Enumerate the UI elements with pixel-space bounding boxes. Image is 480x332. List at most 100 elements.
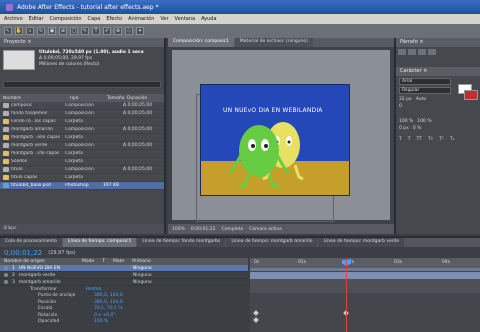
rotate-tool-icon[interactable]: ↻	[37, 27, 45, 35]
all-caps-icon[interactable]: TT	[417, 137, 422, 142]
superscript-icon[interactable]: T¹	[439, 137, 444, 142]
project-item[interactable]: composic Composición Δ 0;00;05;00	[0, 102, 164, 110]
paragraph-panel-tab[interactable]: Párrafo ×	[396, 38, 480, 47]
mask-tool-icon[interactable]: □	[70, 27, 78, 35]
horizontal-scale-field[interactable]: 100 %	[417, 119, 431, 124]
layer-track-2[interactable]	[250, 279, 480, 286]
clone-tool-icon[interactable]: ⊗	[114, 27, 122, 35]
tsume-field[interactable]: 0 %	[413, 126, 422, 131]
stroke-color-swatch[interactable]	[464, 90, 478, 100]
keyframe-icon[interactable]	[253, 310, 259, 316]
keyframe-icon[interactable]	[253, 317, 259, 323]
menu-efecto[interactable]: Efecto	[106, 16, 122, 22]
project-search-input[interactable]	[3, 81, 161, 88]
project-item[interactable]: titulo capas Carpeta	[0, 174, 164, 182]
eraser-tool-icon[interactable]: ◇	[125, 27, 133, 35]
project-item[interactable]: montgarb ..ello capas Carpeta	[0, 134, 164, 142]
leading-field[interactable]: Auto	[416, 97, 426, 102]
current-time-indicator[interactable]	[346, 258, 347, 332]
layer-track-1[interactable]	[250, 272, 480, 279]
layer-row[interactable]: 2 montgarb verde Ninguno	[0, 272, 248, 279]
bpc-label[interactable]: 8 bpc	[4, 226, 16, 231]
col-trkmat[interactable]: Mate	[113, 259, 124, 264]
camera-tool-icon[interactable]: ▣	[48, 27, 56, 35]
faux-bold-icon[interactable]: T	[399, 137, 402, 142]
baseline-field[interactable]: 0 px	[399, 126, 409, 131]
zoom-select[interactable]: 100%	[172, 227, 185, 232]
layer-row[interactable]: 1 UN NUEVO DIA EN Ninguno	[0, 265, 248, 272]
col-type[interactable]: Tipo	[66, 96, 104, 101]
menu-animacion[interactable]: Animación	[128, 16, 154, 22]
col-duration[interactable]: Duración	[124, 96, 164, 101]
hand-tool-icon[interactable]: ✋	[15, 27, 23, 35]
menu-capa[interactable]: Capa	[88, 16, 101, 22]
pen-tool-icon[interactable]: ✎	[81, 27, 89, 35]
tab-timeline-fondo[interactable]: Línea de tiempo: fondo montgarbs	[137, 238, 226, 247]
tab-timeline-verde[interactable]: Línea de tiempo: montgarb verde	[318, 238, 405, 247]
layer-parent[interactable]: Ninguno	[133, 273, 152, 278]
tab-timeline-composic1[interactable]: Línea de tiempo: composic1	[62, 238, 137, 247]
justify-icon[interactable]	[428, 49, 436, 55]
transform-property[interactable]: Opacidad 100 %	[0, 319, 248, 326]
project-item[interactable]: montgarb verde Composición Δ 0;00;05;00	[0, 142, 164, 150]
menu-editar[interactable]: Editar	[29, 16, 44, 22]
col-t[interactable]: T	[102, 259, 105, 264]
current-time-display[interactable]: 0;00;01;22	[4, 249, 42, 257]
menu-ventana[interactable]: Ventana	[175, 16, 196, 22]
visibility-eye-icon[interactable]	[4, 266, 8, 270]
property-value[interactable]: 0 x +0,0°	[94, 313, 116, 318]
small-caps-icon[interactable]: Tᴛ	[428, 137, 433, 142]
property-value[interactable]: 380,0, 144,0	[94, 293, 123, 298]
work-area-bar[interactable]	[250, 268, 480, 271]
col-name[interactable]: Nombre	[0, 96, 66, 101]
font-style-select[interactable]: Regular	[399, 87, 451, 94]
project-item[interactable]: Sólidos Carpeta	[0, 158, 164, 166]
resolution-select[interactable]: Completa	[221, 227, 243, 232]
col-size[interactable]: Tamaño	[104, 96, 125, 101]
selection-tool-icon[interactable]: ↖	[4, 27, 12, 35]
property-value[interactable]: 70,1, 70,1 %	[94, 306, 123, 311]
col-source-name[interactable]: Nombre de origen	[4, 259, 74, 264]
project-item[interactable]: titulobd_base.psd Photoshop 197 KB	[0, 182, 164, 190]
visibility-eye-icon[interactable]	[4, 280, 8, 284]
layer-parent[interactable]: Ninguno	[133, 280, 152, 285]
property-value[interactable]: 380,0, 144,0	[94, 300, 123, 305]
time-ruler[interactable]: 0s 01s 02s 03s 04s	[250, 258, 480, 268]
text-tool-icon[interactable]: T	[92, 27, 100, 35]
tab-timeline-amarillo[interactable]: Línea de tiempo: montgarb amarillo	[226, 238, 318, 247]
col-mode[interactable]: Modo	[82, 259, 94, 264]
project-item[interactable]: Fondo ro...los capas Carpeta	[0, 118, 164, 126]
font-size-field[interactable]: 32 px	[399, 97, 412, 102]
visibility-eye-icon[interactable]	[4, 273, 8, 277]
layer-row[interactable]: 3 montgarb amarillo Ninguno	[0, 279, 248, 286]
align-right-icon[interactable]	[418, 49, 426, 55]
composition-frame[interactable]: UN NUEvO DIA EN WEBILANDIA	[200, 84, 350, 196]
project-item[interactable]: titulo Composición Δ 0;00;05;00	[0, 166, 164, 174]
menu-ver[interactable]: Ver	[160, 16, 168, 22]
brush-tool-icon[interactable]: ✐	[103, 27, 111, 35]
viewer-stage[interactable]: UN NUEvO DIA EN WEBILANDIA	[172, 50, 390, 222]
tab-footage[interactable]: Material de archivo: (ninguno)	[234, 38, 313, 47]
menu-archivo[interactable]: Archivo	[4, 16, 23, 22]
faux-italic-icon[interactable]: T	[408, 137, 411, 142]
project-item[interactable]: montgarb amarillo Composición Δ 0;00;05;00	[0, 126, 164, 134]
layer-track-3[interactable]	[250, 286, 480, 293]
menu-composicion[interactable]: Composición	[50, 16, 82, 22]
character-panel-tab[interactable]: Carácter ×	[396, 67, 480, 76]
tab-render-queue[interactable]: Cola de procesamiento	[0, 238, 62, 247]
vertical-scale-field[interactable]: 100 %	[399, 119, 413, 124]
project-tab[interactable]: Proyecto ×	[0, 38, 164, 47]
menu-ayuda[interactable]: Ayuda	[201, 16, 216, 22]
tab-composition[interactable]: Composición: composic1	[168, 38, 234, 47]
layer-parent[interactable]: Ninguno	[133, 266, 152, 271]
align-left-icon[interactable]	[398, 49, 406, 55]
pan-behind-tool-icon[interactable]: ⊕	[59, 27, 67, 35]
camera-select[interactable]: Cámara activa	[249, 227, 282, 232]
zoom-tool-icon[interactable]: ⌕	[26, 27, 34, 35]
subscript-icon[interactable]: T₁	[450, 137, 455, 142]
transform-reset-link[interactable]: Restab.	[86, 287, 103, 292]
project-item[interactable]: fondo tosqemes Composición Δ 0;00;05;00	[0, 110, 164, 118]
align-center-icon[interactable]	[408, 49, 416, 55]
col-parent[interactable]: Primario	[132, 259, 151, 264]
tracking-field[interactable]: 0	[399, 104, 402, 109]
